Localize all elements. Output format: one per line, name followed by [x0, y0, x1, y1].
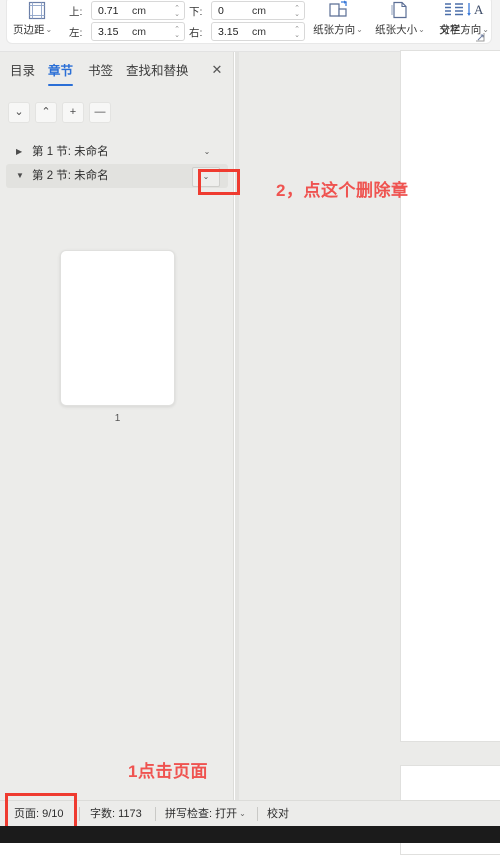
left-margin-input[interactable]: 3.15 cm ⌃ ⌄ — [91, 22, 185, 41]
left-margin-stepper[interactable]: ⌃ ⌄ — [173, 24, 181, 41]
close-icon[interactable]: ✕ — [208, 60, 226, 80]
text-direction-icon: A — [465, 0, 487, 20]
paper-size-icon — [389, 0, 411, 20]
right-margin-value: 3.15 — [218, 26, 239, 38]
page-orientation-text: 纸张方向 — [313, 24, 356, 36]
tab-bookmarks[interactable]: 书签 — [88, 60, 113, 82]
bottom-margin-stepper[interactable]: ⌃ ⌄ — [293, 3, 301, 20]
bottom-margin-unit: cm — [252, 5, 266, 17]
chevron-down-icon: ⌄ — [45, 25, 53, 34]
top-margin-field-row: 上: 0.71 cm ⌃ ⌄ — [69, 1, 187, 20]
status-proofread[interactable]: 校对 — [267, 801, 289, 827]
document-page-1[interactable] — [400, 50, 500, 742]
section-label-2: 第 2 节: 未命名 — [32, 170, 109, 182]
top-margin-label: 上: — [69, 6, 83, 18]
expand-arrow-icon[interactable]: ▶ — [16, 140, 28, 164]
right-margin-stepper[interactable]: ⌃ ⌄ — [293, 24, 301, 41]
svg-text:A: A — [474, 2, 484, 17]
page-orientation-icon — [327, 0, 349, 20]
status-page[interactable]: 页面: 9/10 — [14, 801, 64, 827]
left-margin-field-row: 左: 3.15 cm ⌃ ⌄ — [69, 22, 187, 41]
paper-size-label: 纸张大小⌄ — [369, 22, 431, 37]
page-margins-icon — [27, 1, 47, 20]
right-margin-label: 右: — [189, 27, 203, 39]
top-margin-input[interactable]: 0.71 cm ⌃ ⌄ — [91, 1, 185, 20]
page-margins-group[interactable]: 页边距⌄ — [11, 0, 69, 45]
status-bar: 页面: 9/10 字数: 1173 拼写检查: 打开 ⌄ 校对 — [0, 800, 500, 826]
annotation-click-page: 1点击页面 — [128, 762, 208, 781]
section-tree: ▶ 第 1 节: 未命名 ⌄ ▼ 第 2 节: 未命名 ⌄ — [0, 140, 234, 188]
ribbon-toolbar: 页边距⌄ 上: 0.71 cm ⌃⌄ 下: 0 cm ⌃⌄ 左: 3.15 — [0, 0, 500, 52]
section-row-1[interactable]: ▶ 第 1 节: 未命名 ⌄ — [6, 140, 228, 164]
navigation-tabs: 目录 章节 书签 查找和替换 ✕ — [0, 60, 234, 92]
status-separator-3 — [257, 807, 258, 821]
page-thumbnail[interactable] — [60, 250, 175, 406]
section-menu-button-2[interactable]: ⌄ — [192, 167, 220, 187]
canvas-gutter — [235, 52, 239, 843]
tab-find-replace[interactable]: 查找和替换 — [126, 60, 189, 82]
right-margin-unit: cm — [252, 26, 266, 38]
chevron-down-icon: ⌄ — [239, 809, 246, 818]
status-spellcheck[interactable]: 拼写检查: 打开 ⌄ — [165, 801, 246, 827]
top-margin-stepper[interactable]: ⌃ ⌄ — [173, 3, 181, 20]
left-margin-label: 左: — [69, 27, 83, 39]
bottom-margin-value: 0 — [218, 5, 224, 17]
document-canvas[interactable] — [235, 50, 500, 855]
chevron-down-icon: ⌄ — [418, 25, 425, 34]
status-word-count[interactable]: 字数: 1173 — [90, 801, 142, 827]
section-label-1: 第 1 节: 未命名 — [32, 146, 109, 158]
bottom-margin-label: 下: — [189, 6, 203, 18]
status-separator-2 — [155, 807, 156, 821]
page-thumbnail-wrapper[interactable]: 1 — [60, 250, 175, 424]
collapse-arrow-icon[interactable]: ▼ — [16, 164, 28, 188]
section-menu-button-1[interactable]: ⌄ — [194, 143, 220, 161]
bottom-margin-input[interactable]: 0 cm ⌃ ⌄ — [211, 1, 305, 20]
chevron-down-icon: ⌄ — [356, 25, 363, 34]
add-section-button[interactable]: + — [62, 102, 84, 123]
ribbon-panel: 页边距⌄ 上: 0.71 cm ⌃⌄ 下: 0 cm ⌃⌄ 左: 3.15 — [6, 0, 492, 44]
bottom-black-bar — [0, 826, 500, 843]
page-margins-label: 页边距⌄ — [13, 22, 52, 37]
page-margins-text: 页边距 — [13, 24, 45, 36]
remove-section-button[interactable]: — — [89, 102, 111, 123]
ribbon-expander-icon[interactable] — [475, 32, 485, 42]
page-orientation-label: 纸张方向⌄ — [307, 22, 369, 37]
bottom-margin-field-row: 下: 0 cm ⌃ ⌄ — [189, 1, 307, 20]
prev-section-button[interactable]: ⌃ — [35, 102, 57, 123]
next-section-button[interactable]: ⌄ — [8, 102, 30, 123]
status-separator-1 — [79, 807, 80, 821]
left-margin-unit: cm — [132, 26, 146, 38]
section-row-2[interactable]: ▼ 第 2 节: 未命名 ⌄ — [6, 164, 228, 188]
paper-size-text: 纸张大小 — [375, 24, 418, 36]
annotation-delete-section: 2，点这个删除章 — [276, 181, 409, 200]
right-margin-input[interactable]: 3.15 cm ⌃ ⌄ — [211, 22, 305, 41]
status-spellcheck-text: 拼写检查: 打开 — [165, 808, 238, 820]
right-margin-field-row: 右: 3.15 cm ⌃ ⌄ — [189, 22, 307, 41]
paper-size-button[interactable]: 纸张大小⌄ — [369, 0, 431, 45]
page-orientation-button[interactable]: 纸张方向⌄ — [307, 0, 369, 45]
top-margin-value: 0.71 — [98, 5, 119, 17]
navigation-panel: 目录 章节 书签 查找和替换 ✕ ⌄ ⌃ + — ▶ 第 1 节: 未命名 ⌄ … — [0, 52, 234, 843]
tab-sections[interactable]: 章节 — [48, 60, 74, 86]
page-thumbnail-number: 1 — [114, 413, 121, 424]
tab-contents[interactable]: 目录 — [10, 60, 35, 82]
top-margin-unit: cm — [132, 5, 146, 17]
left-margin-value: 3.15 — [98, 26, 119, 38]
